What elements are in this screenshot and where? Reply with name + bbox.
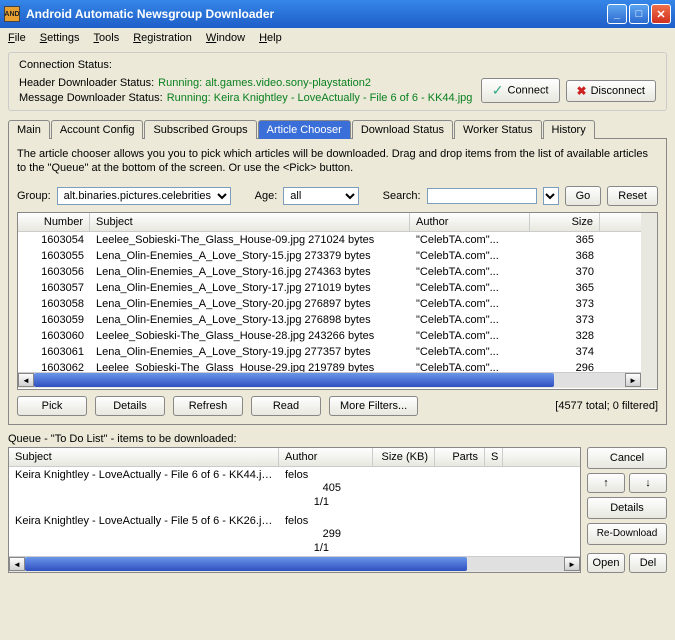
- tab-subscribed-groups[interactable]: Subscribed Groups: [144, 120, 256, 139]
- maximize-button[interactable]: □: [629, 4, 649, 24]
- header-downloader-value: Running: alt.games.video.sony-playstatio…: [158, 77, 371, 89]
- scroll-left-icon[interactable]: ◄: [9, 557, 25, 571]
- go-button[interactable]: Go: [565, 186, 602, 206]
- open-button[interactable]: Open: [587, 553, 625, 573]
- col-size[interactable]: Size: [530, 213, 600, 231]
- menubar: File Settings Tools Registration Window …: [0, 28, 675, 48]
- tab-history[interactable]: History: [543, 120, 595, 139]
- tab-worker-status[interactable]: Worker Status: [454, 120, 542, 139]
- articles-hscroll[interactable]: ◄ ►: [18, 372, 641, 388]
- queue-row[interactable]: Keira Knightley - LoveActually - File 6 …: [9, 467, 580, 513]
- article-row[interactable]: 1603055Lena_Olin-Enemies_A_Love_Story-15…: [18, 248, 641, 264]
- col-author[interactable]: Author: [410, 213, 530, 231]
- tabs: MainAccount ConfigSubscribed GroupsArtic…: [8, 119, 667, 139]
- col-subject[interactable]: Subject: [90, 213, 410, 231]
- articles-table: Number Subject Author Size 1603054Leelee…: [17, 212, 658, 390]
- article-row[interactable]: 1603062Leelee_Sobieski-The_Glass_House-2…: [18, 360, 641, 372]
- menu-registration[interactable]: Registration: [133, 32, 192, 44]
- age-select[interactable]: all: [283, 187, 358, 205]
- filter-status: [4577 total; 0 filtered]: [555, 400, 658, 412]
- del-button[interactable]: Del: [629, 553, 667, 573]
- header-downloader-label: Header Downloader Status:: [19, 77, 154, 89]
- article-row[interactable]: 1603061Lena_Olin-Enemies_A_Love_Story-19…: [18, 344, 641, 360]
- minimize-button[interactable]: _: [607, 4, 627, 24]
- group-select[interactable]: alt.binaries.pictures.celebrities: [57, 187, 231, 205]
- tab-content-article-chooser: The article chooser allows you you to pi…: [8, 139, 667, 425]
- qcol-parts[interactable]: Parts: [435, 448, 485, 466]
- tab-download-status[interactable]: Download Status: [352, 120, 453, 139]
- scroll-right-icon[interactable]: ►: [564, 557, 580, 571]
- more-filters-button[interactable]: More Filters...: [329, 396, 418, 416]
- cancel-button[interactable]: Cancel: [587, 447, 667, 469]
- scroll-left-icon[interactable]: ◄: [18, 373, 34, 387]
- group-label: Group:: [17, 190, 51, 202]
- col-number[interactable]: Number: [18, 213, 90, 231]
- qcol-author[interactable]: Author: [279, 448, 373, 466]
- disconnect-button[interactable]: ✖Disconnect: [566, 80, 656, 102]
- search-label: Search:: [383, 190, 421, 202]
- search-input[interactable]: [427, 188, 537, 204]
- article-row[interactable]: 1603060Leelee_Sobieski-The_Glass_House-2…: [18, 328, 641, 344]
- tab-main[interactable]: Main: [8, 120, 50, 139]
- refresh-button[interactable]: Refresh: [173, 396, 243, 416]
- scroll-right-icon[interactable]: ►: [625, 373, 641, 387]
- message-downloader-value: Running: Keira Knightley - LoveActually …: [167, 92, 473, 104]
- qcol-s[interactable]: S: [485, 448, 503, 466]
- article-row[interactable]: 1603057Lena_Olin-Enemies_A_Love_Story-17…: [18, 280, 641, 296]
- menu-tools[interactable]: Tools: [94, 32, 120, 44]
- connect-button[interactable]: ✓Connect: [481, 78, 560, 103]
- move-down-button[interactable]: ↓: [629, 473, 667, 493]
- article-row[interactable]: 1603056Lena_Olin-Enemies_A_Love_Story-16…: [18, 264, 641, 280]
- check-icon: ✓: [492, 82, 504, 99]
- qcol-subject[interactable]: Subject: [9, 448, 279, 466]
- queue-hscroll[interactable]: ◄ ►: [9, 556, 580, 572]
- window-title: Android Automatic Newsgroup Downloader: [26, 7, 607, 21]
- app-icon: AND: [4, 6, 20, 22]
- details-button[interactable]: Details: [95, 396, 165, 416]
- article-row[interactable]: 1603054Leelee_Sobieski-The_Glass_House-0…: [18, 232, 641, 248]
- menu-help[interactable]: Help: [259, 32, 282, 44]
- queue-label: Queue - "To Do List" - items to be downl…: [8, 433, 667, 445]
- search-mode-select[interactable]: [543, 187, 559, 205]
- read-button[interactable]: Read: [251, 396, 321, 416]
- age-label: Age:: [255, 190, 278, 202]
- article-row[interactable]: 1603058Lena_Olin-Enemies_A_Love_Story-20…: [18, 296, 641, 312]
- articles-vscroll[interactable]: [641, 213, 657, 388]
- queue-side-buttons: Cancel ↑ ↓ Details Re-Download Open Del: [587, 447, 667, 573]
- tab-article-chooser[interactable]: Article Chooser: [258, 120, 351, 139]
- queue-row[interactable]: Keira Knightley - LoveActually - File 5 …: [9, 513, 580, 556]
- queue-details-button[interactable]: Details: [587, 497, 667, 519]
- menu-settings[interactable]: Settings: [40, 32, 80, 44]
- x-icon: ✖: [577, 84, 587, 98]
- chooser-description: The article chooser allows you you to pi…: [17, 147, 658, 176]
- connection-status-panel: Connection Status: Header Downloader Sta…: [8, 52, 667, 111]
- redownload-button[interactable]: Re-Download: [587, 523, 667, 545]
- titlebar: AND Android Automatic Newsgroup Download…: [0, 0, 675, 28]
- menu-file[interactable]: File: [8, 32, 26, 44]
- queue-table: Subject Author Size (KB) Parts S Keira K…: [8, 447, 581, 573]
- close-button[interactable]: ✕: [651, 4, 671, 24]
- move-up-button[interactable]: ↑: [587, 473, 625, 493]
- tab-account-config[interactable]: Account Config: [51, 120, 144, 139]
- conn-status-label: Connection Status:: [19, 59, 656, 71]
- article-row[interactable]: 1603059Lena_Olin-Enemies_A_Love_Story-13…: [18, 312, 641, 328]
- reset-button[interactable]: Reset: [607, 186, 658, 206]
- pick-button[interactable]: Pick: [17, 396, 87, 416]
- qcol-size[interactable]: Size (KB): [373, 448, 435, 466]
- message-downloader-label: Message Downloader Status:: [19, 92, 163, 104]
- menu-window[interactable]: Window: [206, 32, 245, 44]
